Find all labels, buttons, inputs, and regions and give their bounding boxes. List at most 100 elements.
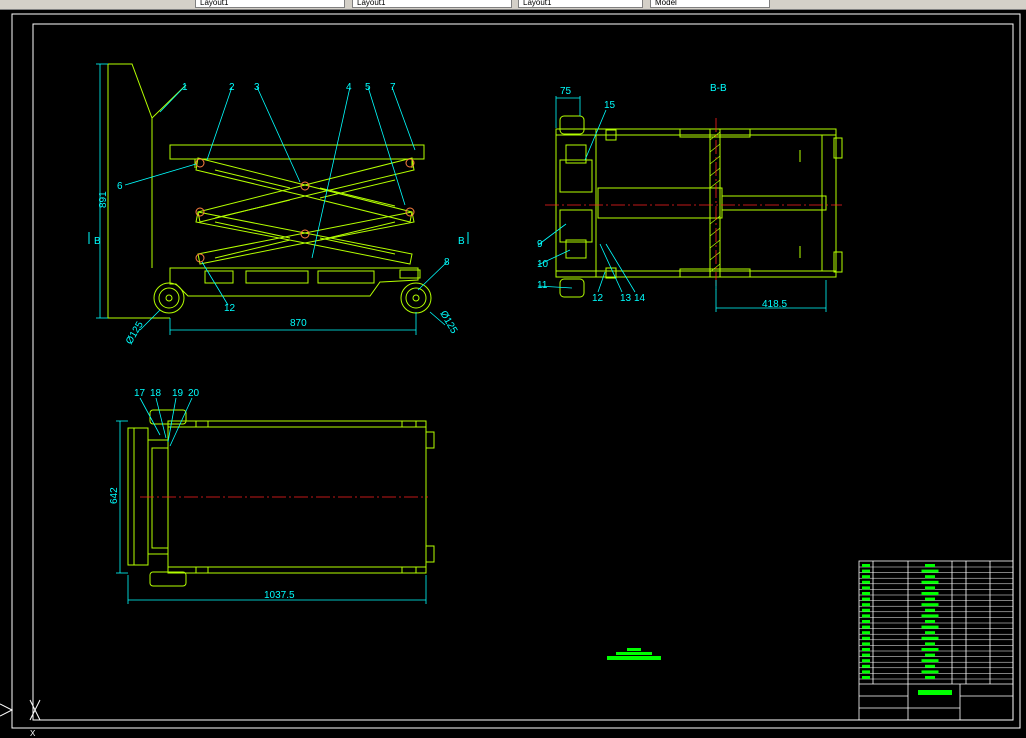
parts-list-index bbox=[862, 608, 870, 612]
part-number: 1 bbox=[182, 82, 188, 93]
parts-list-index bbox=[862, 653, 870, 657]
technical-notes-mark bbox=[607, 648, 661, 660]
parts-list-entry bbox=[925, 608, 935, 612]
part-number: 19 bbox=[172, 388, 184, 399]
parts-list-index bbox=[862, 614, 870, 618]
parts-list-index bbox=[862, 592, 870, 595]
part-number: 5 bbox=[365, 82, 371, 93]
part-number: 17 bbox=[134, 388, 146, 399]
parts-list-entry bbox=[921, 603, 939, 607]
pump-unit bbox=[559, 159, 593, 193]
parts-list-index bbox=[862, 586, 870, 590]
dimension-width: 642 bbox=[109, 487, 120, 504]
dimension-wheel-diameter: Ø125 bbox=[437, 309, 459, 336]
side-view-labels: 1 2 3 4 5 7 6 8 12 870 891 Ø125 Ø125 B B bbox=[94, 82, 465, 347]
parts-list-entry bbox=[921, 648, 939, 651]
parts-list-entry bbox=[925, 676, 935, 679]
layout-tab-bar: Layout1 Layout1 Layout1 Model bbox=[0, 0, 1026, 10]
parts-list-index bbox=[862, 620, 870, 623]
part-number: 8 bbox=[444, 257, 450, 268]
parts-list-entry bbox=[921, 569, 939, 573]
dimension: 418.5 bbox=[762, 299, 787, 310]
side-view-annotations bbox=[96, 63, 448, 335]
part-number: 11 bbox=[537, 280, 548, 291]
parts-list-index bbox=[862, 625, 870, 629]
parts-list-entry bbox=[925, 631, 935, 635]
part-number: 18 bbox=[150, 388, 162, 399]
layout-tab[interactable]: Layout1 bbox=[352, 0, 512, 8]
parts-list-entry bbox=[925, 642, 935, 646]
top-view bbox=[127, 409, 435, 587]
wheel bbox=[833, 137, 843, 159]
part-number: 4 bbox=[346, 82, 352, 93]
base-frame bbox=[169, 267, 419, 297]
part-number: 20 bbox=[188, 388, 200, 399]
section-view bbox=[555, 115, 843, 298]
parts-list-index bbox=[862, 659, 870, 663]
parts-list-index bbox=[862, 569, 870, 573]
parts-list-entry bbox=[921, 636, 939, 640]
part-number: 13 bbox=[620, 293, 632, 304]
parts-list-entry bbox=[925, 564, 935, 567]
wheel bbox=[425, 431, 435, 449]
part-number: 3 bbox=[254, 82, 260, 93]
parts-list-entry bbox=[921, 592, 939, 595]
parts-list-entry bbox=[925, 620, 935, 623]
ucs-icon bbox=[0, 699, 41, 721]
top-view-labels: 17 18 19 20 642 1037.5 bbox=[109, 388, 295, 601]
wheel bbox=[149, 571, 187, 587]
handle-bar bbox=[127, 427, 149, 566]
layout-tab[interactable]: Layout1 bbox=[518, 0, 643, 8]
dimension: 75 bbox=[560, 86, 572, 97]
drawing-title-mark bbox=[918, 690, 952, 695]
wheel bbox=[425, 545, 435, 563]
wheel bbox=[833, 251, 843, 273]
section-mark: B bbox=[94, 236, 101, 247]
parts-list-index bbox=[862, 636, 870, 640]
parts-list-entry bbox=[921, 580, 939, 584]
part-number: 12 bbox=[592, 293, 604, 304]
part-number: 2 bbox=[229, 82, 235, 93]
pivot-pin bbox=[195, 253, 205, 263]
parts-list-entry bbox=[925, 575, 935, 579]
parts-list-entry bbox=[925, 664, 935, 668]
parts-list-index bbox=[862, 648, 870, 651]
parts-list-index bbox=[862, 564, 870, 567]
hydraulic-cylinder bbox=[597, 187, 723, 219]
section-title: B-B bbox=[710, 83, 727, 94]
parts-list-index bbox=[862, 580, 870, 584]
part-number: 6 bbox=[117, 181, 123, 192]
part-number: 14 bbox=[634, 293, 646, 304]
parts-list-entry bbox=[925, 586, 935, 590]
model-tab[interactable]: Model bbox=[650, 0, 770, 8]
parts-list-entry bbox=[921, 614, 939, 618]
dimension-height: 891 bbox=[98, 191, 109, 208]
parts-list-entry bbox=[925, 597, 935, 601]
ucs-label: X bbox=[30, 729, 36, 738]
dimension-length: 1037.5 bbox=[264, 590, 295, 601]
parts-list-index bbox=[862, 642, 870, 646]
hatching bbox=[709, 131, 721, 273]
parts-list-index bbox=[862, 631, 870, 635]
parts-list-entry bbox=[921, 670, 939, 674]
title-block bbox=[858, 560, 1014, 721]
wheel bbox=[559, 115, 585, 135]
parts-list-index bbox=[862, 670, 870, 674]
parts-list-index bbox=[862, 603, 870, 607]
dimension-wheel-diameter: Ø125 bbox=[124, 319, 146, 346]
parts-list-index bbox=[862, 575, 870, 579]
parts-list-index bbox=[862, 664, 870, 668]
dimension-length: 870 bbox=[290, 318, 307, 329]
part-number: 15 bbox=[604, 100, 616, 111]
part-number: 10 bbox=[537, 259, 549, 270]
parts-list-index bbox=[862, 676, 870, 679]
drawing-canvas[interactable]: 1 2 3 4 5 7 6 8 12 870 891 Ø125 Ø125 B B bbox=[0, 10, 1026, 738]
section-mark: B bbox=[458, 236, 465, 247]
part-number: 12 bbox=[224, 303, 236, 314]
parts-list-index bbox=[862, 597, 870, 601]
side-view bbox=[107, 63, 432, 319]
parts-list-entry bbox=[921, 625, 939, 629]
parts-list-entry bbox=[925, 653, 935, 657]
part-number: 7 bbox=[390, 82, 396, 93]
layout-tab[interactable]: Layout1 bbox=[195, 0, 345, 8]
